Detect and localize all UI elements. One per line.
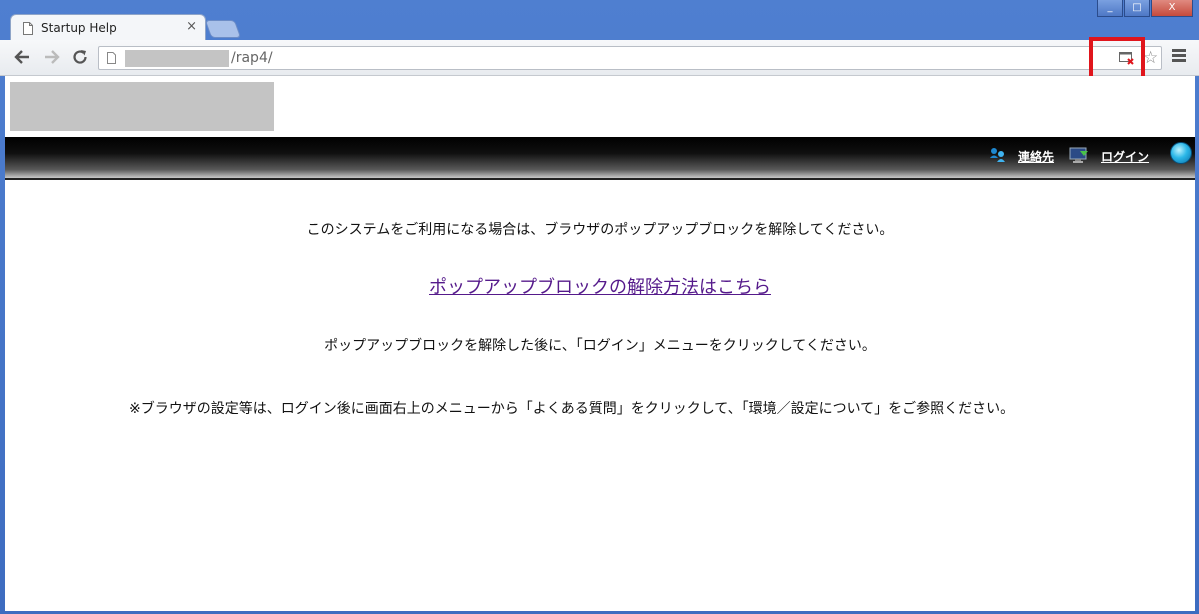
minimize-button[interactable]: _ bbox=[1097, 0, 1123, 17]
popup-unblock-message: このシステムをご利用になる場合は、ブラウザのポップアップブロックを解除してくださ… bbox=[306, 222, 894, 238]
forward-arrow-icon[interactable] bbox=[42, 48, 62, 68]
url-redacted-host bbox=[125, 50, 229, 67]
menu-icon[interactable] bbox=[1172, 49, 1186, 63]
close-window-button[interactable]: X bbox=[1151, 0, 1193, 17]
tab-title: Startup Help bbox=[41, 21, 117, 35]
browser-toolbar: /rap4/ ☆ bbox=[0, 40, 1199, 76]
title-bar: Startup Help × _ □ X bbox=[0, 0, 1199, 41]
url-page-icon bbox=[107, 52, 116, 64]
orb-logo-icon[interactable] bbox=[1170, 142, 1192, 164]
browser-window: Startup Help × _ □ X /rap4/ ☆ 連絡先 ログイン こ… bbox=[0, 0, 1199, 614]
reload-icon[interactable] bbox=[70, 48, 90, 68]
contact-icon bbox=[990, 148, 1005, 162]
page-icon bbox=[23, 22, 33, 35]
site-header-bar: 連絡先 ログイン bbox=[5, 137, 1195, 180]
url-path: /rap4/ bbox=[231, 50, 273, 66]
window-controls: _ □ X bbox=[1097, 0, 1193, 18]
new-tab-button[interactable] bbox=[204, 20, 242, 38]
maximize-button[interactable]: □ bbox=[1124, 0, 1150, 17]
settings-note: ※ブラウザの設定等は、ログイン後に画面右上のメニューから「よくある質問」をクリッ… bbox=[129, 401, 1015, 417]
bookmark-star-icon[interactable]: ☆ bbox=[1143, 48, 1158, 68]
highlight-annotation bbox=[1089, 37, 1145, 80]
contact-link[interactable]: 連絡先 bbox=[1018, 148, 1054, 165]
address-bar[interactable]: /rap4/ ☆ bbox=[98, 46, 1162, 70]
back-arrow-icon[interactable] bbox=[12, 48, 32, 68]
popup-help-link[interactable]: ポップアップブロックの解除方法はこちら bbox=[5, 273, 1195, 299]
login-link[interactable]: ログイン bbox=[1101, 148, 1149, 165]
logo-redacted bbox=[10, 82, 274, 131]
tab-close-icon[interactable]: × bbox=[186, 20, 197, 34]
login-monitor-icon bbox=[1069, 147, 1088, 163]
popup-help-link-text[interactable]: ポップアップブロックの解除方法はこちら bbox=[429, 277, 771, 298]
tab-startup-help[interactable]: Startup Help × bbox=[10, 14, 206, 41]
after-unblock-message: ポップアップブロックを解除した後に、「ログイン」メニューをクリックしてください。 bbox=[324, 338, 876, 354]
page-content: 連絡先 ログイン このシステムをご利用になる場合は、ブラウザのポップアップブロッ… bbox=[5, 76, 1195, 611]
